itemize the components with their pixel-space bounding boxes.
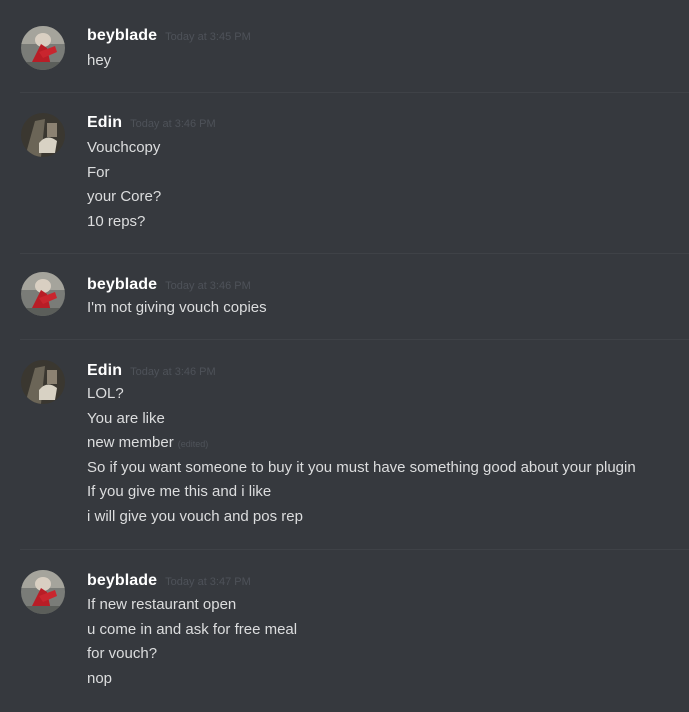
message-group: Edin Today at 3:46 PM LOL? You are like …	[0, 340, 689, 550]
message-line: For	[87, 163, 110, 181]
timestamp: Today at 3:46 PM	[130, 118, 216, 130]
message-line: your Core?	[87, 188, 162, 206]
message-line: new member (edited)	[87, 431, 689, 456]
username[interactable]: beyblade	[87, 572, 157, 590]
timestamp: Today at 3:46 PM	[130, 366, 216, 378]
message-line: LOL?	[87, 385, 124, 402]
message-header: beyblade Today at 3:46 PM	[87, 276, 251, 294]
message-line: Vouchcopy	[87, 139, 161, 156]
message-line: If new restaurant open	[87, 596, 237, 613]
username[interactable]: beyblade	[87, 27, 157, 45]
username[interactable]: beyblade	[87, 276, 157, 294]
message-line: I'm not giving vouch copies	[87, 299, 267, 316]
message-header: beyblade Today at 3:47 PM	[87, 572, 251, 590]
message-body: LOL? You are like new member (edited) So …	[87, 382, 689, 530]
username[interactable]: Edin	[87, 114, 122, 132]
message-line: You are like	[87, 409, 165, 427]
timestamp: Today at 3:45 PM	[165, 31, 251, 43]
message-group: beyblade Today at 3:45 PM hey	[0, 0, 689, 93]
message-line: hey	[87, 52, 112, 69]
beyblade-avatar-icon[interactable]	[21, 26, 65, 70]
message-line-text: new member	[87, 434, 174, 452]
message-line: nop	[87, 669, 113, 687]
edited-label: (edited)	[177, 439, 209, 450]
message-header: Edin Today at 3:46 PM	[87, 362, 216, 380]
message-group: Edin Today at 3:46 PM Vouchcopy For your…	[0, 93, 689, 254]
message-line: for vouch?	[87, 645, 158, 663]
username[interactable]: Edin	[87, 362, 122, 380]
edin-avatar-icon[interactable]	[21, 113, 65, 157]
timestamp: Today at 3:46 PM	[165, 280, 251, 292]
chat-messages: beyblade Today at 3:45 PM hey Edin Today…	[0, 0, 689, 712]
beyblade-avatar-icon[interactable]	[21, 570, 65, 614]
message-body: hey	[87, 49, 689, 74]
message-header: beyblade Today at 3:45 PM	[87, 27, 251, 45]
message-line: So if you want someone to buy it you mus…	[87, 458, 636, 476]
message-group: beyblade Today at 3:47 PM If new restaur…	[0, 550, 689, 712]
message-line: i will give you vouch and pos rep	[87, 507, 303, 525]
message-line: 10 reps?	[87, 212, 146, 230]
edin-avatar-icon[interactable]	[21, 360, 65, 404]
message-body: I'm not giving vouch copies	[87, 296, 689, 321]
message-body: Vouchcopy For your Core? 10 reps?	[87, 136, 689, 234]
message-body: If new restaurant open u come in and ask…	[87, 593, 689, 691]
message-line: u come in and ask for free meal	[87, 620, 298, 638]
message-header: Edin Today at 3:46 PM	[87, 114, 216, 132]
message-group: beyblade Today at 3:46 PM I'm not giving…	[0, 254, 689, 340]
timestamp: Today at 3:47 PM	[165, 576, 251, 588]
message-line: If you give me this and i like	[87, 483, 272, 501]
beyblade-avatar-icon[interactable]	[21, 272, 65, 316]
